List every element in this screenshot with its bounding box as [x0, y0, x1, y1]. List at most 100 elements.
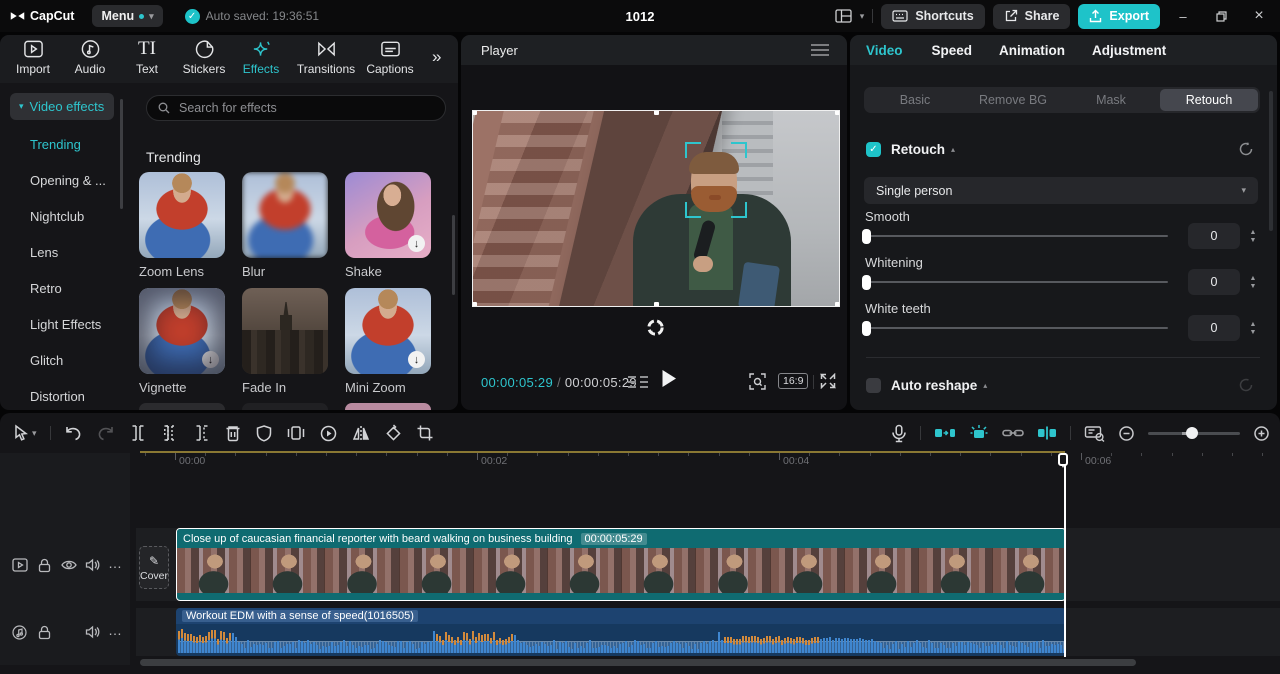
transform-handle[interactable] [473, 111, 477, 115]
sidebar-item-trending[interactable]: Trending [30, 137, 81, 152]
video-track-more-button[interactable]: … [108, 555, 123, 571]
tab-captions[interactable]: Captions [362, 39, 418, 76]
video-mute-icon[interactable] [85, 558, 100, 572]
smooth-stepper[interactable]: ▲ ▼ [1246, 223, 1260, 249]
subtab-basic[interactable]: Basic [866, 89, 964, 111]
tab-text[interactable]: TI Text [119, 39, 175, 77]
sidebar-item-distortion[interactable]: Distortion [30, 389, 85, 404]
tab-transitions[interactable]: Transitions [292, 39, 360, 76]
play-button[interactable] [661, 369, 677, 388]
effect-card-zoom-lens[interactable]: Zoom Lens [139, 172, 225, 279]
white-teeth-value[interactable]: 0 [1188, 315, 1240, 341]
subtab-remove-bg[interactable]: Remove BG [964, 89, 1062, 111]
shortcuts-button[interactable]: Shortcuts [881, 3, 985, 29]
tab-stickers[interactable]: Stickers [176, 39, 232, 76]
timeline-ruler[interactable]: 00:00 00:02 00:04 00:06 [0, 413, 1280, 473]
smooth-value[interactable]: 0 [1188, 223, 1240, 249]
tab-video[interactable]: Video [866, 43, 903, 58]
effect-card-mini-zoom[interactable]: ↓ Mini Zoom [345, 288, 431, 395]
transform-handle[interactable] [835, 302, 839, 306]
export-button[interactable]: Export [1078, 3, 1160, 29]
audio-mute-icon[interactable] [85, 625, 100, 639]
tab-speed[interactable]: Speed [932, 43, 973, 58]
player-menu-icon[interactable] [811, 44, 829, 56]
transform-handle[interactable] [654, 111, 659, 115]
audio-track-more-button[interactable]: … [108, 622, 123, 638]
slider-thumb[interactable] [862, 320, 871, 336]
tab-animation[interactable]: Animation [999, 43, 1065, 58]
tab-audio[interactable]: Audio [62, 39, 118, 76]
sidebar-item-glitch[interactable]: Glitch [30, 353, 63, 368]
playhead-line[interactable] [1064, 453, 1066, 657]
sidebar-scrollbar[interactable] [120, 99, 123, 209]
timeline-horizontal-scrollbar[interactable] [140, 659, 1136, 666]
effect-card-blur[interactable]: Blur [242, 172, 328, 279]
share-button[interactable]: Share [992, 3, 1071, 29]
white-teeth-stepper[interactable]: ▲ ▼ [1246, 315, 1260, 341]
auto-reshape-reset-button[interactable] [1238, 377, 1254, 393]
effect-card-fade-in[interactable]: Fade In [242, 288, 328, 395]
video-clip[interactable]: Close up of caucasian financial reporter… [176, 528, 1066, 601]
playhead-handle[interactable] [1058, 453, 1068, 468]
effect-card-shake[interactable]: ↓ Shake [345, 172, 431, 279]
aspect-ratio-button[interactable]: 16:9 [778, 373, 809, 389]
effects-scrollbar[interactable] [452, 215, 455, 295]
effect-card-partial[interactable] [139, 403, 225, 410]
more-tabs-button[interactable]: » [432, 47, 441, 67]
video-lock-icon[interactable] [38, 558, 51, 573]
retouch-reset-button[interactable] [1238, 141, 1254, 157]
transform-handle[interactable] [473, 302, 477, 306]
smooth-slider[interactable] [862, 228, 1168, 244]
tab-adjustment[interactable]: Adjustment [1092, 43, 1166, 58]
sidebar-item-light-effects[interactable]: Light Effects [30, 317, 101, 332]
retouch-checkbox[interactable]: ✓ [866, 141, 881, 157]
menu-button[interactable]: Menu ▾ [92, 5, 163, 27]
effect-thumbnail[interactable] [139, 172, 225, 258]
video-visibility-icon[interactable] [61, 559, 77, 571]
layout-panels-icon[interactable] [835, 4, 852, 28]
rotate-control[interactable] [646, 318, 665, 337]
effect-thumbnail[interactable] [242, 288, 328, 374]
subtab-mask[interactable]: Mask [1062, 89, 1160, 111]
sidebar-item-retro[interactable]: Retro [30, 281, 62, 296]
audio-lock-icon[interactable] [38, 625, 51, 640]
slider-thumb[interactable] [862, 228, 871, 244]
video-preview[interactable] [472, 110, 840, 307]
window-close-button[interactable]: × [1244, 0, 1274, 32]
collapse-caret-icon[interactable]: ▴ [983, 381, 987, 390]
focus-frame-icon[interactable] [749, 373, 766, 390]
sidebar-item-lens[interactable]: Lens [30, 245, 58, 260]
audio-clip[interactable]: Workout EDM with a sense of speed(101650… [176, 608, 1066, 656]
effect-thumbnail[interactable]: ↓ [139, 288, 225, 374]
effect-thumbnail[interactable]: ↓ [345, 172, 431, 258]
tab-effects[interactable]: Effects [233, 39, 289, 76]
inspector-scrollbar[interactable] [1269, 91, 1273, 231]
sidebar-item-nightclub[interactable]: Nightclub [30, 209, 84, 224]
whitening-value[interactable]: 0 [1188, 269, 1240, 295]
white-teeth-slider[interactable] [862, 320, 1168, 336]
effect-card-partial[interactable] [242, 403, 328, 410]
window-minimize-button[interactable]: – [1168, 0, 1198, 32]
effects-search-input[interactable] [177, 100, 421, 116]
retouch-mode-dropdown[interactable]: Single person ▾ [864, 177, 1258, 204]
effect-card-partial[interactable] [345, 403, 431, 410]
transform-handle[interactable] [835, 111, 839, 115]
sidebar-item-opening[interactable]: Opening & ... [30, 173, 106, 188]
subtab-retouch[interactable]: Retouch [1160, 89, 1258, 111]
effect-thumbnail[interactable]: ↓ [345, 288, 431, 374]
fullscreen-icon[interactable] [820, 373, 836, 389]
transform-handle[interactable] [654, 302, 659, 306]
effect-thumbnail[interactable] [242, 172, 328, 258]
whitening-slider[interactable] [862, 274, 1168, 290]
slider-thumb[interactable] [862, 274, 871, 290]
whitening-stepper[interactable]: ▲ ▼ [1246, 269, 1260, 295]
effect-card-vignette[interactable]: ↓ Vignette [139, 288, 225, 395]
auto-reshape-checkbox[interactable] [866, 377, 881, 393]
sidebar-group-video-effects[interactable]: ▾ Video effects [10, 93, 114, 120]
cover-button[interactable]: ✎ Cover [139, 546, 169, 589]
window-restore-button[interactable] [1206, 0, 1236, 32]
tab-import[interactable]: Import [5, 39, 61, 76]
preview-quality-icon[interactable] [627, 375, 649, 389]
collapse-caret-icon[interactable]: ▴ [951, 145, 955, 154]
chevron-down-icon[interactable]: ▾ [860, 11, 865, 21]
